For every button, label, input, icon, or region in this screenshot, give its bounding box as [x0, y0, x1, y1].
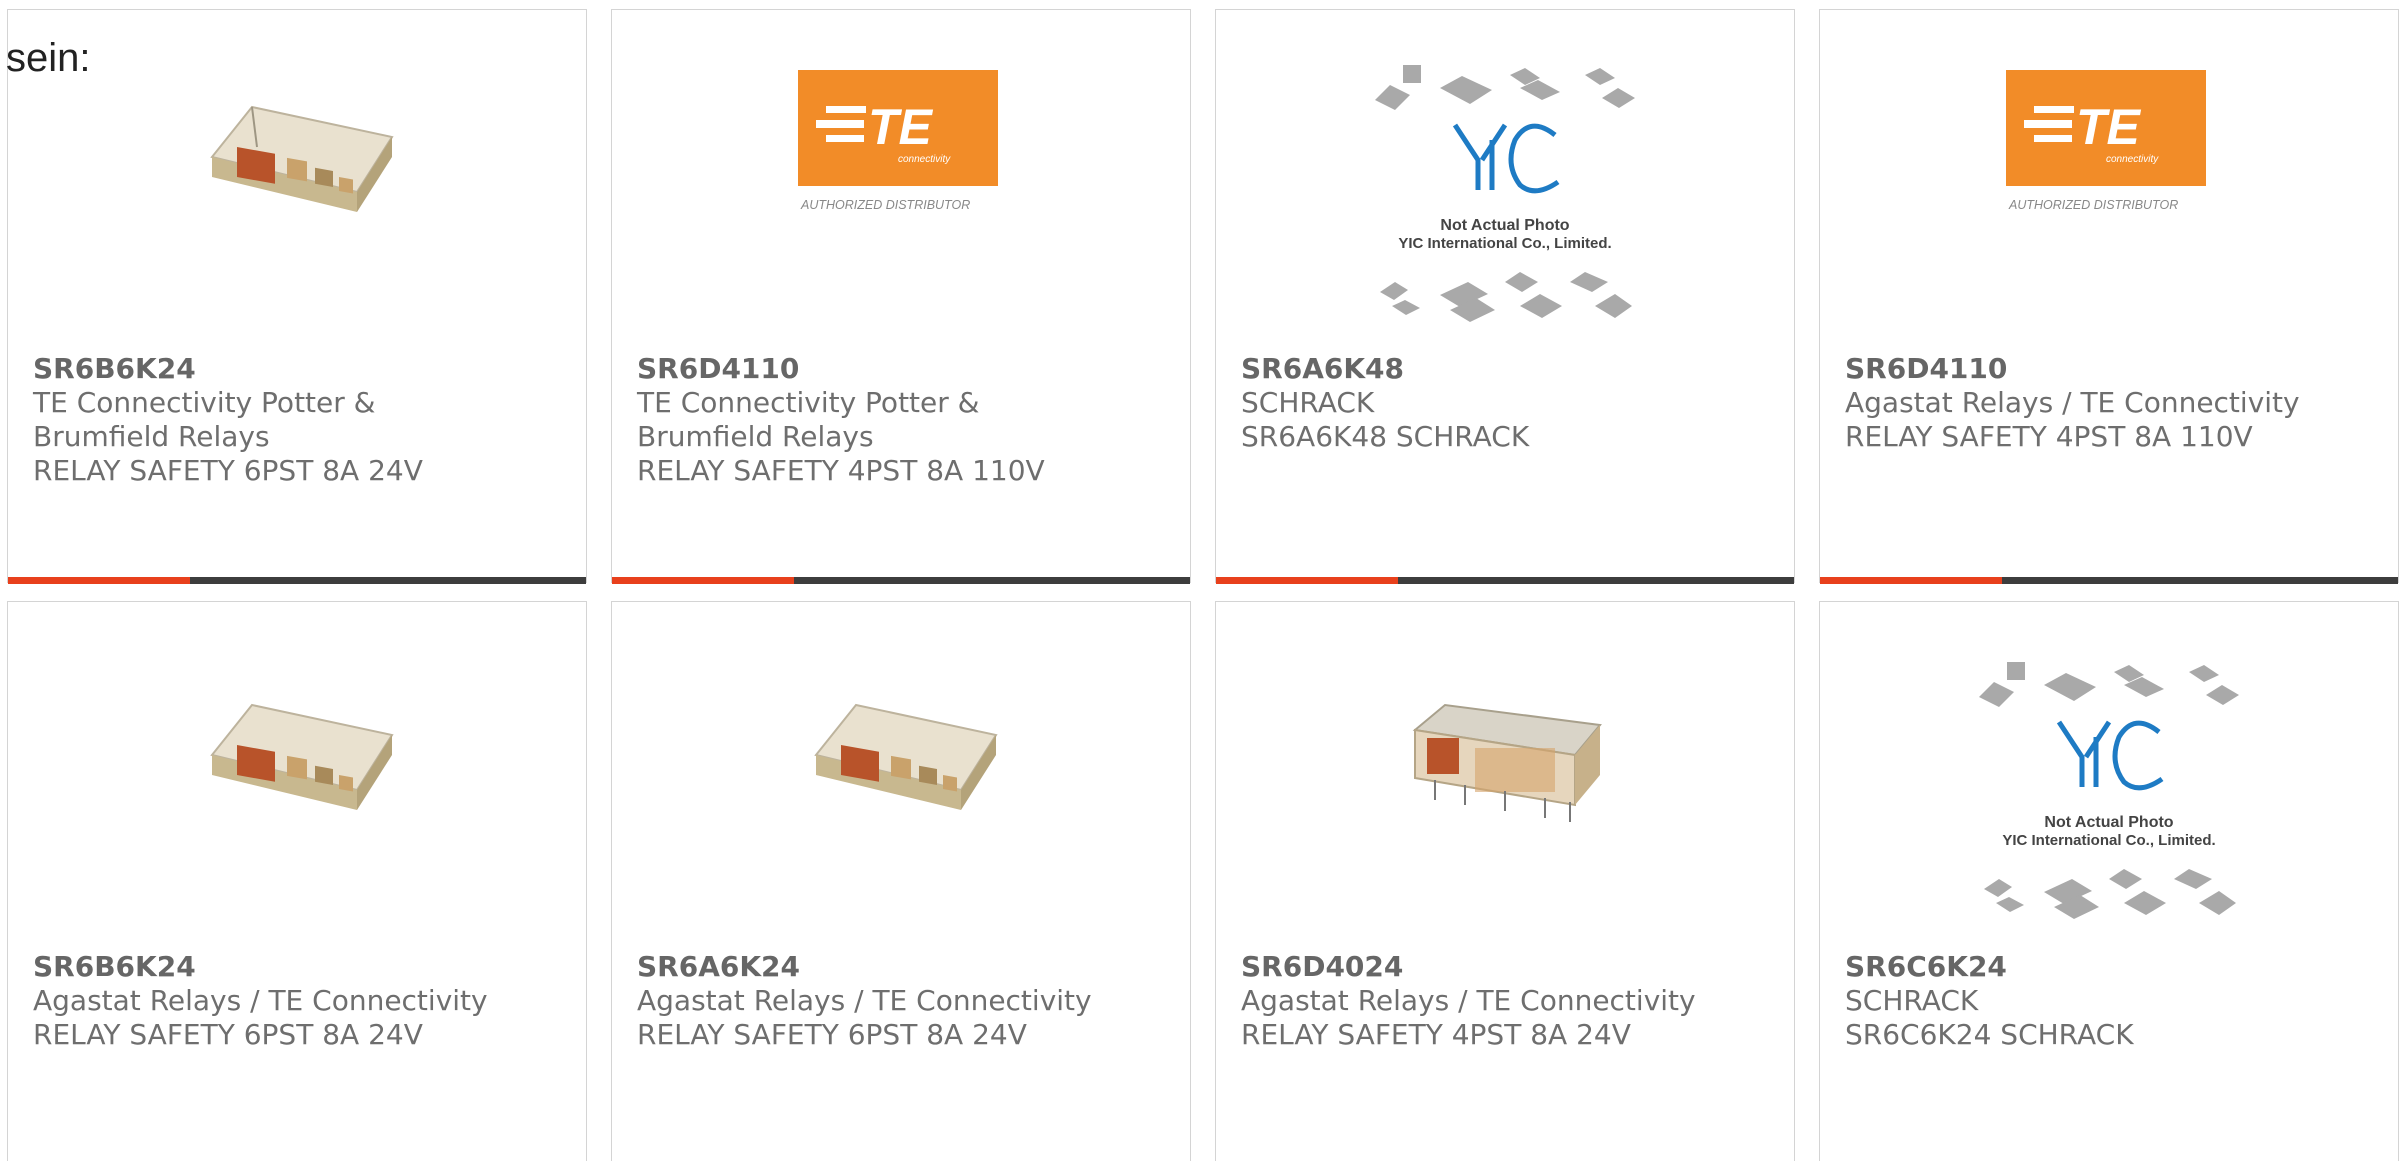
svg-text:AUTHORIZED DISTRIBUTOR: AUTHORIZED DISTRIBUTOR — [2008, 198, 2178, 212]
product-info: SR6D4024 Agastat Relays / TE Connectivit… — [1241, 950, 1781, 1052]
card-accent-bar — [612, 577, 794, 584]
product-description: RELAY SAFETY 4PST 8A 24V — [1241, 1018, 1631, 1051]
manufacturer-line: Brumfield Relays — [33, 420, 270, 453]
part-number[interactable]: SR6B6K24 — [33, 352, 573, 386]
product-image[interactable]: TE connectivity AUTHORIZED DISTRIBUTOR — [612, 68, 1190, 358]
product-card[interactable]: TE connectivity AUTHORIZED DISTRIBUTOR S… — [1819, 9, 2399, 584]
product-info: SR6B6K24 Agastat Relays / TE Connectivit… — [33, 950, 573, 1052]
svg-text:TE: TE — [2076, 99, 2142, 155]
part-number[interactable]: SR6D4110 — [1845, 352, 2385, 386]
svg-text:YIC International Co., Limited: YIC International Co., Limited. — [2002, 832, 2215, 849]
product-description: RELAY SAFETY 4PST 8A 110V — [1845, 420, 2253, 453]
product-grid: SR6B6K24 TE Connectivity Potter & Brumfi… — [7, 9, 2400, 1161]
relay-side-photo-icon — [1412, 703, 1602, 822]
manufacturer-line: TE Connectivity Potter & — [33, 386, 376, 419]
relay-photo-icon — [210, 105, 394, 212]
card-accent-bar — [1216, 577, 1398, 584]
part-number[interactable]: SR6B6K24 — [33, 950, 573, 984]
product-card[interactable]: SR6D4024 Agastat Relays / TE Connectivit… — [1215, 601, 1795, 1161]
product-card[interactable]: TE connectivity AUTHORIZED DISTRIBUTOR S… — [611, 9, 1191, 584]
svg-text:Not Actual Photo: Not Actual Photo — [2044, 814, 2173, 831]
manufacturer-line: SCHRACK — [1241, 386, 1375, 419]
yic-placeholder-icon: Not Actual Photo YIC International Co., … — [1375, 65, 1635, 322]
product-info: SR6C6K24 SCHRACK SR6C6K24 SCHRACK — [1845, 950, 2385, 1052]
svg-text:TE: TE — [868, 99, 934, 155]
relay-photo-icon — [814, 703, 998, 810]
manufacturer-line: Agastat Relays / TE Connectivity — [33, 984, 488, 1017]
product-grid-page: sein: SR6B6K24 TE Connectivity Potter & — [0, 0, 2400, 1161]
product-card[interactable]: SR6B6K24 TE Connectivity Potter & Brumfi… — [7, 9, 587, 584]
manufacturer-line: Agastat Relays / TE Connectivity — [637, 984, 1092, 1017]
product-description: RELAY SAFETY 6PST 8A 24V — [637, 1018, 1027, 1051]
svg-text:AUTHORIZED DISTRIBUTOR: AUTHORIZED DISTRIBUTOR — [800, 198, 970, 212]
part-number[interactable]: SR6A6K24 — [637, 950, 1177, 984]
manufacturer-line: TE Connectivity Potter & — [637, 386, 980, 419]
product-info: SR6A6K48 SCHRACK SR6A6K48 SCHRACK — [1241, 352, 1781, 454]
yic-placeholder-icon: Not Actual Photo YIC International Co., … — [1979, 662, 2239, 919]
product-card[interactable]: SR6A6K24 Agastat Relays / TE Connectivit… — [611, 601, 1191, 1161]
product-info: SR6A6K24 Agastat Relays / TE Connectivit… — [637, 950, 1177, 1052]
product-description: RELAY SAFETY 4PST 8A 110V — [637, 454, 1045, 487]
product-description: SR6C6K24 SCHRACK — [1845, 1018, 2134, 1051]
svg-text:connectivity: connectivity — [2106, 154, 2159, 165]
product-card[interactable]: Not Actual Photo YIC International Co., … — [1215, 9, 1795, 584]
product-description: SR6A6K48 SCHRACK — [1241, 420, 1530, 453]
product-info: SR6D4110 TE Connectivity Potter & Brumfi… — [637, 352, 1177, 488]
part-number[interactable]: SR6A6K48 — [1241, 352, 1781, 386]
product-info: SR6B6K24 TE Connectivity Potter & Brumfi… — [33, 352, 573, 488]
intro-text: sein: — [6, 36, 91, 80]
part-number[interactable]: SR6D4024 — [1241, 950, 1781, 984]
product-image[interactable] — [612, 660, 1190, 950]
part-number[interactable]: SR6C6K24 — [1845, 950, 2385, 984]
manufacturer-line: SCHRACK — [1845, 984, 1979, 1017]
product-description: RELAY SAFETY 6PST 8A 24V — [33, 454, 423, 487]
card-bottom-bar — [612, 577, 1190, 584]
product-image[interactable] — [8, 660, 586, 950]
manufacturer-line: Agastat Relays / TE Connectivity — [1241, 984, 1696, 1017]
te-connectivity-logo: TE connectivity AUTHORIZED DISTRIBUTOR — [2006, 70, 2206, 212]
product-description: RELAY SAFETY 6PST 8A 24V — [33, 1018, 423, 1051]
manufacturer-line: Brumfield Relays — [637, 420, 874, 453]
product-image[interactable] — [1216, 660, 1794, 950]
manufacturer-line: Agastat Relays / TE Connectivity — [1845, 386, 2300, 419]
te-connectivity-logo: TE connectivity AUTHORIZED DISTRIBUTOR — [798, 70, 998, 212]
relay-photo-icon — [210, 703, 394, 810]
product-image[interactable]: Not Actual Photo YIC International Co., … — [1216, 60, 1794, 350]
svg-text:Not Actual Photo: Not Actual Photo — [1440, 217, 1569, 234]
product-card[interactable]: SR6B6K24 Agastat Relays / TE Connectivit… — [7, 601, 587, 1161]
product-image[interactable]: TE connectivity AUTHORIZED DISTRIBUTOR — [1820, 68, 2398, 358]
svg-text:YIC International Co., Limited: YIC International Co., Limited. — [1398, 235, 1611, 252]
card-bottom-bar — [1820, 577, 2398, 584]
card-bottom-bar — [1216, 577, 1794, 584]
part-number[interactable]: SR6D4110 — [637, 352, 1177, 386]
card-accent-bar — [8, 577, 190, 584]
product-image[interactable] — [8, 62, 586, 352]
svg-text:connectivity: connectivity — [898, 154, 951, 165]
product-card[interactable]: Not Actual Photo YIC International Co., … — [1819, 601, 2399, 1161]
card-bottom-bar — [8, 577, 586, 584]
card-accent-bar — [1820, 577, 2002, 584]
product-info: SR6D4110 Agastat Relays / TE Connectivit… — [1845, 352, 2385, 454]
product-image[interactable]: Not Actual Photo YIC International Co., … — [1820, 657, 2398, 947]
